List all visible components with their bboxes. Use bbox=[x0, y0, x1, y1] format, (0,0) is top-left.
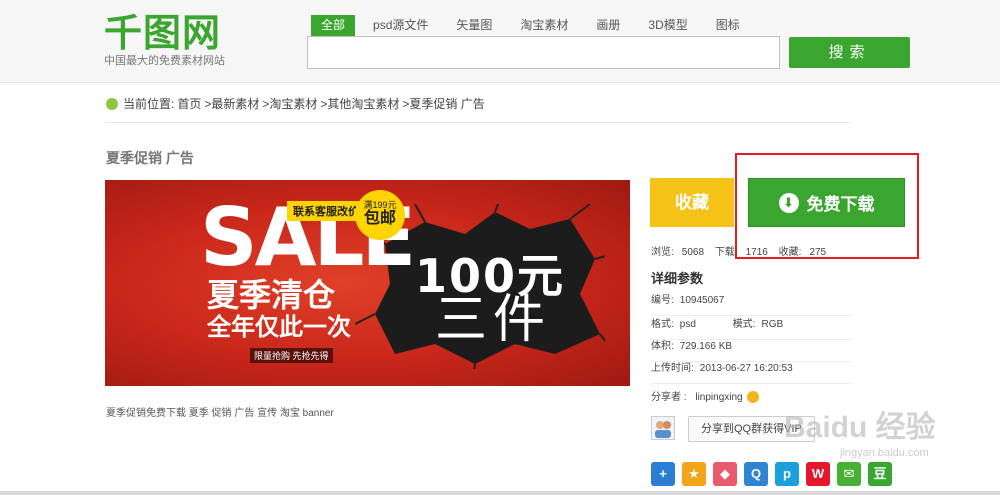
user-badge-icon bbox=[747, 391, 760, 404]
detail-mode-value: RGB bbox=[761, 319, 784, 330]
breadcrumb: 当前位置: 首页 >最新素材 >淘宝素材 >其他淘宝素材 >夏季促销 广告 bbox=[106, 96, 849, 123]
douban-icon[interactable]: 豆 bbox=[868, 462, 892, 486]
detail-size: 体积: 729.166 KB bbox=[651, 340, 851, 362]
breadcrumb-home[interactable]: 首页 bbox=[177, 96, 201, 112]
favorite-button[interactable]: 收藏 bbox=[650, 178, 734, 227]
details-heading: 详细参数 bbox=[651, 271, 704, 286]
tab-taobao[interactable]: 淘宝素材 bbox=[510, 15, 578, 36]
tab-psd[interactable]: psd源文件 bbox=[363, 15, 438, 36]
tab-all[interactable]: 全部 bbox=[311, 15, 356, 36]
breadcrumb-other-taobao[interactable]: >其他淘宝素材 bbox=[320, 96, 399, 112]
sharer-row: 分享者 : linpingxing bbox=[651, 388, 760, 404]
preview-image[interactable]: SALE 联系客服改价 满199元 包邮 夏季清仓 全年仅此一次 限量抢购 先抢… bbox=[105, 180, 630, 386]
free-shipping-badge: 满199元 包邮 bbox=[355, 190, 405, 240]
detail-id: 编号: 10945067 bbox=[651, 294, 851, 316]
qq-icon[interactable]: Q bbox=[744, 462, 768, 486]
detail-size-label: 体积: bbox=[651, 341, 674, 352]
plus-share-icon[interactable]: + bbox=[651, 462, 675, 486]
weibo-icon[interactable]: W bbox=[806, 462, 830, 486]
badge-condition: 满199元 bbox=[363, 200, 397, 210]
views-count: 5068 bbox=[681, 247, 705, 258]
search-category-tabs: 全部 psd源文件 矢量图 淘宝素材 画册 3D模型 图标 bbox=[311, 15, 758, 36]
site-header: 千图网 中国最大的免费素材网站 全部 psd源文件 矢量图 淘宝素材 画册 3D… bbox=[0, 0, 1000, 83]
sharer-label: 分享者 : bbox=[651, 392, 687, 403]
wechat-icon[interactable]: ✉ bbox=[837, 462, 861, 486]
users-icon bbox=[655, 421, 671, 438]
logo-text: 千图网 bbox=[104, 11, 222, 55]
detail-id-label: 编号: bbox=[651, 295, 674, 306]
watermark: Baidu 经验 bbox=[784, 411, 936, 444]
bottom-scroll-edge bbox=[0, 491, 1000, 495]
image-tags: 夏季促销免费下载 夏季 促销 广告 宣传 淘宝 banner bbox=[106, 408, 334, 419]
detail-format-label: 格式: bbox=[651, 319, 674, 330]
tab-vector[interactable]: 矢量图 bbox=[446, 15, 502, 36]
downloads-label: 下载: bbox=[714, 247, 738, 258]
banner-line-1: 夏季清仓 bbox=[207, 277, 336, 313]
renren-icon[interactable]: ◆ bbox=[713, 462, 737, 486]
detail-size-value: 729.166 KB bbox=[679, 341, 733, 352]
detail-format-value: psd bbox=[679, 319, 696, 330]
qzone-icon[interactable]: ★ bbox=[682, 462, 706, 486]
banner-line-2: 全年仅此一次 bbox=[207, 314, 351, 341]
banner-small-text: 限量抢购 先抢先得 bbox=[250, 348, 333, 363]
share-icons: + ★ ◆ Q p W ✉ 豆 bbox=[651, 462, 899, 486]
breadcrumb-latest[interactable]: >最新素材 bbox=[204, 96, 259, 112]
location-icon bbox=[106, 98, 118, 110]
tab-icon[interactable]: 图标 bbox=[706, 15, 750, 36]
downloads-count: 1716 bbox=[745, 247, 768, 258]
badge-main: 包邮 bbox=[363, 210, 396, 227]
site-logo[interactable]: 千图网 中国最大的免费素材网站 bbox=[104, 12, 244, 72]
detail-id-value: 10945067 bbox=[679, 295, 725, 306]
detail-upload-time: 上传时间: 2013-06-27 16:20:53 bbox=[651, 362, 851, 384]
logo-tagline: 中国最大的免费素材网站 bbox=[104, 55, 225, 67]
sharer-name[interactable]: linpingxing bbox=[695, 392, 742, 403]
page-title: 夏季促销 广告 bbox=[106, 150, 194, 166]
views-label: 浏览: bbox=[651, 247, 674, 258]
pengyou-icon[interactable]: p bbox=[775, 462, 799, 486]
search-button[interactable]: 搜索 bbox=[789, 37, 910, 68]
breadcrumb-prefix: 当前位置: bbox=[123, 97, 175, 111]
watermark-url: jingyan.baidu.com bbox=[840, 447, 929, 459]
favorites-label: 收藏: bbox=[778, 247, 802, 258]
contact-tag: 联系客服改价 bbox=[287, 201, 365, 221]
tab-3d-model[interactable]: 3D模型 bbox=[638, 15, 697, 36]
breadcrumb-taobao[interactable]: >淘宝素材 bbox=[262, 96, 317, 112]
detail-mode-label: 模式: bbox=[732, 319, 756, 330]
banner-count: 三件 bbox=[435, 291, 552, 349]
favorites-count: 275 bbox=[809, 247, 827, 258]
detail-format: 格式: psd 模式: RGB bbox=[651, 318, 851, 340]
breadcrumb-current: >夏季促销 广告 bbox=[402, 97, 485, 111]
detail-upload-label: 上传时间: bbox=[651, 363, 694, 374]
search-input[interactable] bbox=[307, 36, 780, 69]
tab-brochure[interactable]: 画册 bbox=[586, 15, 630, 36]
avatar[interactable] bbox=[651, 416, 675, 440]
detail-upload-value: 2013-06-27 16:20:53 bbox=[699, 363, 793, 374]
stats-row: 浏览: 5068 下载: 1716 收藏: 275 bbox=[651, 243, 834, 258]
